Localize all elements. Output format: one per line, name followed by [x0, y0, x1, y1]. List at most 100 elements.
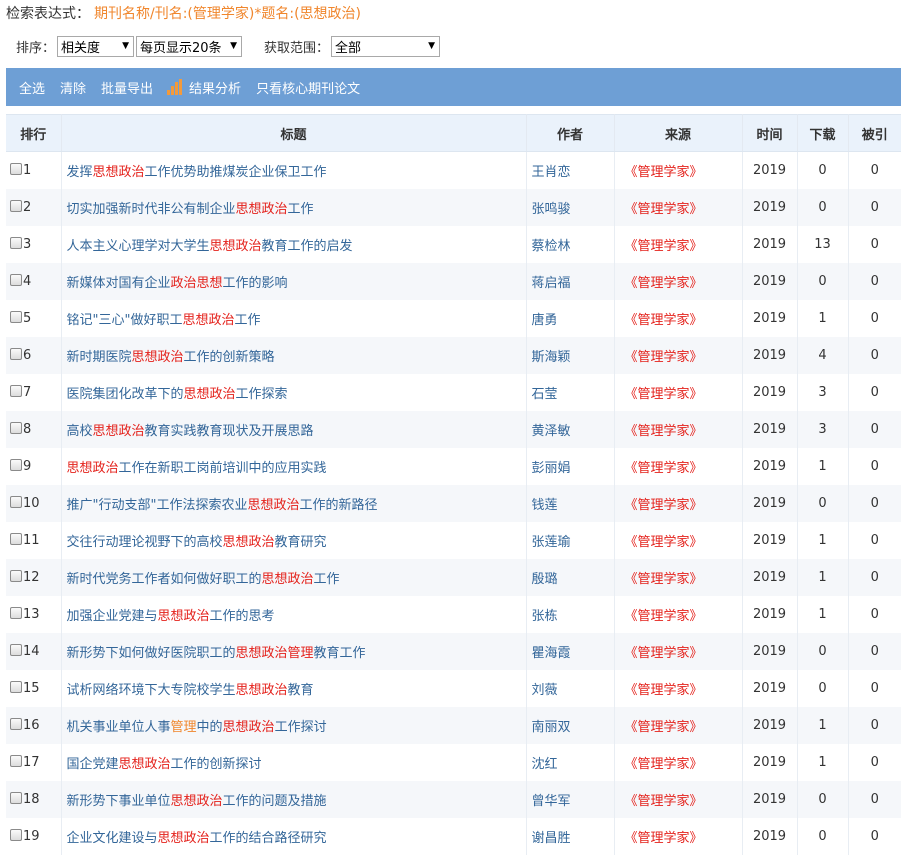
- article-title-link[interactable]: 试析网络环境下大专院校学生思想政治教育: [67, 683, 314, 698]
- row-checkbox[interactable]: [10, 458, 22, 471]
- article-title-link[interactable]: 交往行动理论视野下的高校思想政治教育研究: [67, 535, 327, 550]
- article-title-link[interactable]: 医院集团化改革下的思想政治工作探索: [67, 387, 288, 402]
- article-title-link[interactable]: 切实加强新时代非公有制企业思想政治工作: [67, 202, 314, 217]
- author-link[interactable]: 唐勇: [526, 299, 615, 337]
- column-header-downloads[interactable]: 下载: [797, 114, 849, 152]
- article-title-link[interactable]: 企业文化建设与思想政治工作的结合路径研究: [67, 831, 327, 846]
- source-link[interactable]: 《管理学家》: [614, 410, 743, 448]
- title-cell: 新时代党务工作者如何做好职工的思想政治工作: [61, 558, 527, 596]
- article-title-link[interactable]: 高校思想政治教育实践教育现状及开展思路: [67, 424, 314, 439]
- author-link[interactable]: 黄泽敏: [526, 410, 615, 448]
- row-checkbox[interactable]: [10, 310, 22, 323]
- downloads-cell: 1: [797, 706, 849, 744]
- select-all-button[interactable]: 全选: [19, 78, 45, 97]
- row-checkbox[interactable]: [10, 828, 22, 841]
- column-header-citations[interactable]: 被引: [848, 114, 901, 152]
- table-row: 3 人本主义心理学对大学生思想政治教育工作的启发 蔡检林 《管理学家》 2019 13 0: [6, 225, 901, 263]
- article-title-link[interactable]: 国企党建思想政治工作的创新探讨: [67, 757, 262, 772]
- author-link[interactable]: 王肖恋: [526, 151, 615, 189]
- clear-button[interactable]: 清除: [60, 78, 86, 97]
- author-link[interactable]: 刘薇: [526, 669, 615, 707]
- author-link[interactable]: 钱莲: [526, 484, 615, 522]
- source-link[interactable]: 《管理学家》: [614, 225, 743, 263]
- column-header-author[interactable]: 作者: [526, 114, 615, 152]
- batch-export-button[interactable]: 批量导出: [101, 78, 153, 97]
- author-link[interactable]: 曾华军: [526, 780, 615, 818]
- title-cell: 思想政治工作在新职工岗前培训中的应用实践: [61, 447, 527, 485]
- row-checkbox[interactable]: [10, 532, 22, 545]
- article-title-link[interactable]: 人本主义心理学对大学生思想政治教育工作的启发: [67, 239, 353, 254]
- column-header-title[interactable]: 标题: [61, 114, 527, 152]
- row-checkbox[interactable]: [10, 717, 22, 730]
- author-link[interactable]: 南丽双: [526, 706, 615, 744]
- rank-cell: 9: [6, 447, 62, 485]
- column-header-rank[interactable]: 排行: [6, 114, 62, 152]
- row-checkbox[interactable]: [10, 569, 22, 582]
- article-title-link[interactable]: 新形势下事业单位思想政治工作的问题及措施: [67, 794, 327, 809]
- author-link[interactable]: 张莲瑜: [526, 521, 615, 559]
- row-checkbox[interactable]: [10, 236, 22, 249]
- author-link[interactable]: 蒋启福: [526, 262, 615, 300]
- author-link[interactable]: 蔡检林: [526, 225, 615, 263]
- row-checkbox[interactable]: [10, 273, 22, 286]
- article-title-link[interactable]: 加强企业党建与思想政治工作的思考: [67, 609, 275, 624]
- source-link[interactable]: 《管理学家》: [614, 299, 743, 337]
- core-journals-only-button[interactable]: 只看核心期刊论文: [256, 78, 360, 97]
- source-link[interactable]: 《管理学家》: [614, 373, 743, 411]
- row-checkbox[interactable]: [10, 643, 22, 656]
- author-link[interactable]: 殷璐: [526, 558, 615, 596]
- rank-cell: 2: [6, 188, 62, 226]
- author-link[interactable]: 石莹: [526, 373, 615, 411]
- author-link[interactable]: 张栋: [526, 595, 615, 633]
- row-checkbox[interactable]: [10, 421, 22, 434]
- source-link[interactable]: 《管理学家》: [614, 558, 743, 596]
- range-select[interactable]: 全部 ▼: [331, 35, 441, 57]
- source-link[interactable]: 《管理学家》: [614, 447, 743, 485]
- source-link[interactable]: 《管理学家》: [614, 595, 743, 633]
- article-title-link[interactable]: 思想政治工作在新职工岗前培训中的应用实践: [67, 461, 327, 476]
- source-link[interactable]: 《管理学家》: [614, 743, 743, 781]
- article-title-link[interactable]: 新形势下如何做好医院职工的思想政治管理教育工作: [67, 646, 366, 661]
- source-link[interactable]: 《管理学家》: [614, 484, 743, 522]
- article-title-link[interactable]: 推广"行动支部"工作法探索农业思想政治工作的新路径: [67, 498, 378, 513]
- source-link[interactable]: 《管理学家》: [614, 669, 743, 707]
- author-link[interactable]: 张鸣骏: [526, 188, 615, 226]
- row-checkbox[interactable]: [10, 680, 22, 693]
- analysis-button-label: 结果分析: [189, 81, 242, 97]
- row-checkbox[interactable]: [10, 162, 22, 175]
- author-link[interactable]: 斯海颖: [526, 336, 615, 374]
- author-link[interactable]: 瞿海霞: [526, 632, 615, 670]
- source-link[interactable]: 《管理学家》: [614, 521, 743, 559]
- source-link[interactable]: 《管理学家》: [614, 780, 743, 818]
- article-title-link[interactable]: 新媒体对国有企业政治思想工作的影响: [67, 276, 288, 291]
- source-link[interactable]: 《管理学家》: [614, 262, 743, 300]
- author-link[interactable]: 彭丽娟: [526, 447, 615, 485]
- source-link[interactable]: 《管理学家》: [614, 188, 743, 226]
- source-link[interactable]: 《管理学家》: [614, 632, 743, 670]
- row-checkbox[interactable]: [10, 791, 22, 804]
- row-checkbox[interactable]: [10, 495, 22, 508]
- downloads-cell: 13: [797, 225, 849, 263]
- author-link[interactable]: 谢昌胜: [526, 817, 615, 855]
- source-link[interactable]: 《管理学家》: [614, 817, 743, 855]
- column-header-source[interactable]: 来源: [614, 114, 743, 152]
- article-title-link[interactable]: 新时代党务工作者如何做好职工的思想政治工作: [67, 572, 340, 587]
- column-header-year[interactable]: 时间: [742, 114, 798, 152]
- article-title-link[interactable]: 机关事业单位人事管理中的思想政治工作探讨: [67, 720, 327, 735]
- source-link[interactable]: 《管理学家》: [614, 336, 743, 374]
- row-checkbox[interactable]: [10, 199, 22, 212]
- year-cell: 2019: [742, 595, 798, 633]
- article-title-link[interactable]: 铭记"三心"做好职工思想政治工作: [67, 313, 261, 328]
- row-checkbox[interactable]: [10, 347, 22, 360]
- row-checkbox[interactable]: [10, 754, 22, 767]
- source-link[interactable]: 《管理学家》: [614, 151, 743, 189]
- analysis-button[interactable]: 结果分析: [167, 78, 241, 97]
- per-page-select[interactable]: 每页显示20条 ▼: [136, 35, 243, 57]
- row-checkbox[interactable]: [10, 606, 22, 619]
- source-link[interactable]: 《管理学家》: [614, 706, 743, 744]
- article-title-link[interactable]: 新时期医院思想政治工作的创新策略: [67, 350, 275, 365]
- author-link[interactable]: 沈红: [526, 743, 615, 781]
- sort-select[interactable]: 相关度 ▼: [57, 35, 135, 57]
- row-checkbox[interactable]: [10, 384, 22, 397]
- article-title-link[interactable]: 发挥思想政治工作优势助推煤炭企业保卫工作: [67, 165, 327, 180]
